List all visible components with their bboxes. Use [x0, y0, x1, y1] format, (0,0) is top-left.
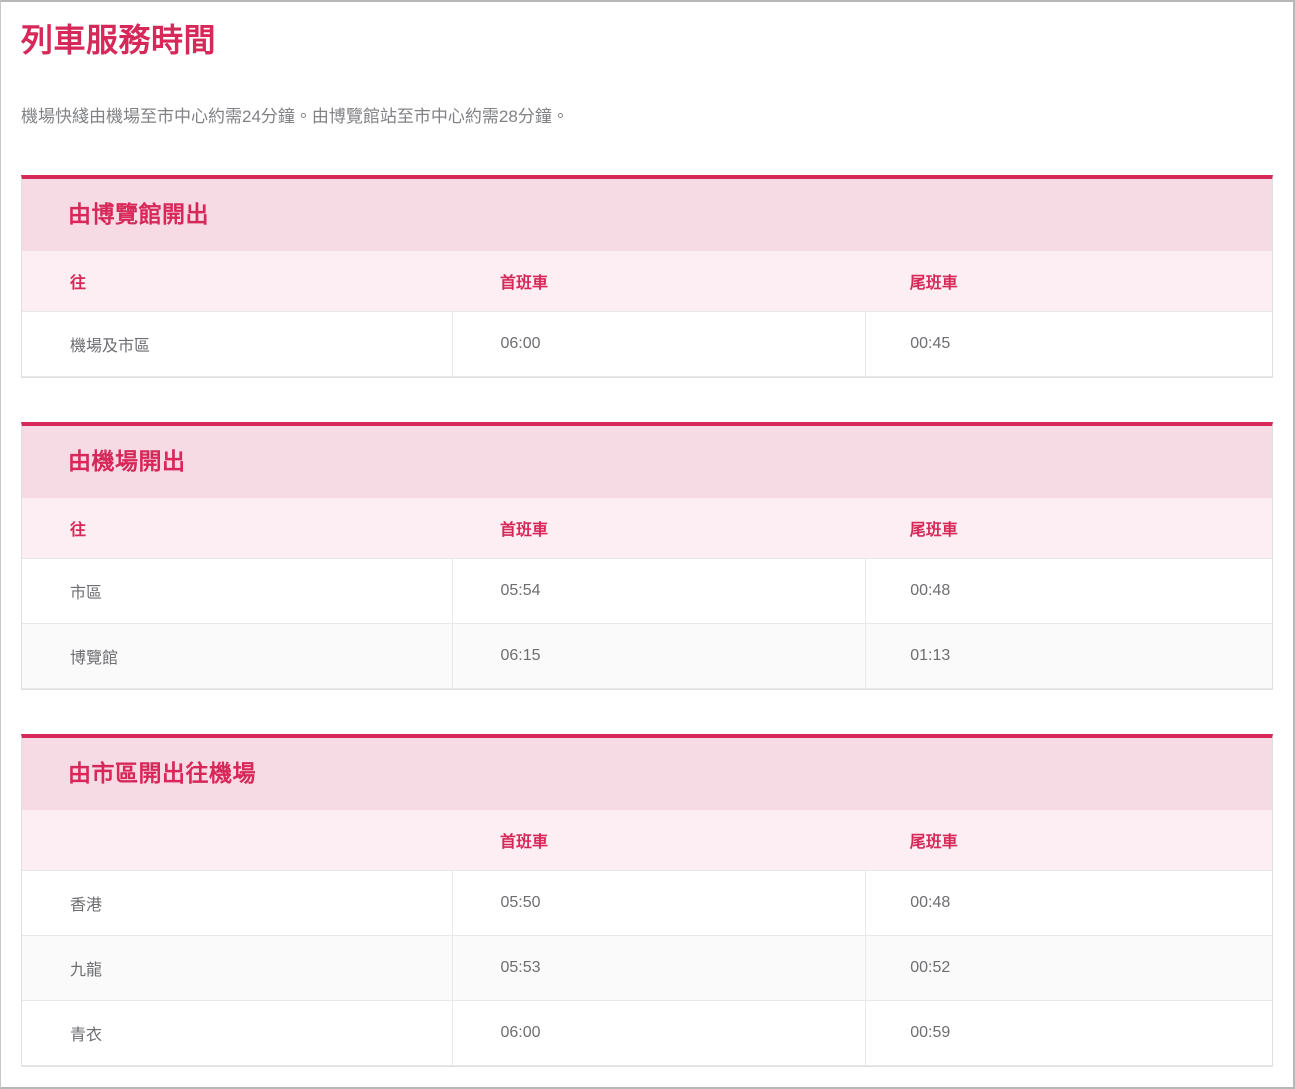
table-body: 機場及市區 06:00 00:45	[22, 312, 1272, 377]
schedule-table: 首班車 尾班車 香港 05:50 00:48 九龍 05:53 00:52	[22, 810, 1272, 1066]
column-header-station	[22, 810, 452, 871]
table-header-row: 往 首班車 尾班車	[22, 498, 1272, 559]
schedule-table: 往 首班車 尾班車 機場及市區 06:00 00:45	[22, 251, 1272, 377]
cell-first-train: 05:50	[452, 871, 866, 936]
cell-first-train: 05:53	[452, 936, 866, 1001]
cell-destination: 市區	[22, 559, 452, 624]
schedule-table: 往 首班車 尾班車 市區 05:54 00:48 博覽館 06:15 01:13	[22, 498, 1272, 689]
table-row: 市區 05:54 00:48	[22, 559, 1272, 624]
schedule-card-title: 由機場開出	[22, 426, 1272, 498]
page-subtitle: 機場快綫由機場至市中心約需24分鐘。由博覽館站至市中心約需28分鐘。	[21, 62, 1273, 129]
cell-last-train: 00:48	[866, 871, 1272, 936]
train-service-hours-page: 列車服務時間 機場快綫由機場至市中心約需24分鐘。由博覽館站至市中心約需28分鐘…	[0, 0, 1295, 1089]
cell-first-train: 05:54	[452, 559, 866, 624]
cell-destination: 青衣	[22, 1001, 452, 1066]
table-body: 市區 05:54 00:48 博覽館 06:15 01:13	[22, 559, 1272, 689]
table-header-row: 首班車 尾班車	[22, 810, 1272, 871]
schedule-card-city-to-airport: 由市區開出往機場 首班車 尾班車 香港 05:50 00:48	[21, 734, 1273, 1067]
schedule-card-title: 由博覽館開出	[22, 179, 1272, 251]
cell-last-train: 00:52	[866, 936, 1272, 1001]
cell-last-train: 01:13	[866, 624, 1272, 689]
table-header: 首班車 尾班車	[22, 810, 1272, 871]
column-header-first-train: 首班車	[452, 498, 866, 559]
cell-destination: 香港	[22, 871, 452, 936]
table-row: 香港 05:50 00:48	[22, 871, 1272, 936]
cell-last-train: 00:45	[866, 312, 1272, 377]
column-header-first-train: 首班車	[452, 251, 866, 312]
cell-last-train: 00:48	[866, 559, 1272, 624]
column-header-first-train: 首班車	[452, 810, 866, 871]
table-body: 香港 05:50 00:48 九龍 05:53 00:52 青衣 06:00 0…	[22, 871, 1272, 1066]
column-header-destination: 往	[22, 251, 452, 312]
table-row: 九龍 05:53 00:52	[22, 936, 1272, 1001]
table-header: 往 首班車 尾班車	[22, 251, 1272, 312]
schedule-card-exhibition-centre: 由博覽館開出 往 首班車 尾班車 機場及市區 06:00 00:45	[21, 175, 1273, 378]
table-row: 機場及市區 06:00 00:45	[22, 312, 1272, 377]
table-header: 往 首班車 尾班車	[22, 498, 1272, 559]
cell-first-train: 06:00	[452, 312, 866, 377]
cell-first-train: 06:15	[452, 624, 866, 689]
table-row: 青衣 06:00 00:59	[22, 1001, 1272, 1066]
schedule-card-airport: 由機場開出 往 首班車 尾班車 市區 05:54 00:48	[21, 422, 1273, 690]
table-header-row: 往 首班車 尾班車	[22, 251, 1272, 312]
column-header-last-train: 尾班車	[866, 498, 1272, 559]
schedule-card-title: 由市區開出往機場	[22, 738, 1272, 810]
column-header-destination: 往	[22, 498, 452, 559]
cell-destination: 機場及市區	[22, 312, 452, 377]
page-content: 列車服務時間 機場快綫由機場至市中心約需24分鐘。由博覽館站至市中心約需28分鐘…	[1, 2, 1293, 1067]
cell-destination: 九龍	[22, 936, 452, 1001]
cell-last-train: 00:59	[866, 1001, 1272, 1066]
table-row: 博覽館 06:15 01:13	[22, 624, 1272, 689]
cell-destination: 博覽館	[22, 624, 452, 689]
column-header-last-train: 尾班車	[866, 251, 1272, 312]
cell-first-train: 06:00	[452, 1001, 866, 1066]
page-title: 列車服務時間	[21, 2, 1273, 62]
column-header-last-train: 尾班車	[866, 810, 1272, 871]
